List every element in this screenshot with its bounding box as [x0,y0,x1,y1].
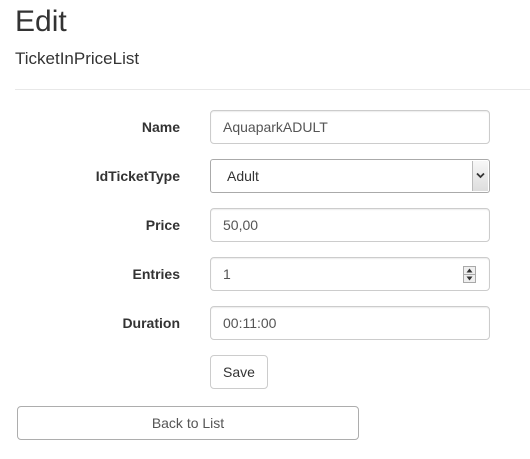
duration-label: Duration [122,315,180,331]
id-ticket-type-row: IdTicketType Adult [0,159,530,193]
price-input[interactable]: 50,00 [210,208,490,242]
duration-row: Duration 00:11:00 [0,306,530,340]
name-label: Name [141,119,180,135]
duration-input[interactable]: 00:11:00 [210,306,490,340]
entries-label: Entries [132,266,180,282]
entries-row: Entries 1 [0,257,530,291]
entries-input[interactable]: 1 [210,257,490,291]
name-input[interactable]: AquaparkADULT [210,110,490,144]
price-row: Price 50,00 [0,208,530,242]
id-ticket-type-value: Adult [227,168,259,184]
page-title: Edit [15,5,67,38]
back-to-list-button[interactable]: Back to List [17,406,359,440]
name-row: Name AquaparkADULT [0,110,530,144]
page-subtitle: TicketInPriceList [15,49,140,68]
spin-up-icon[interactable] [464,267,475,275]
id-ticket-type-select[interactable]: Adult [210,159,490,193]
price-label: Price [145,217,180,233]
save-button[interactable]: Save [210,355,268,389]
chevron-down-icon[interactable] [472,161,488,191]
divider [15,89,530,90]
spin-down-icon[interactable] [464,275,475,282]
id-ticket-type-label: IdTicketType [95,168,180,184]
entries-value: 1 [223,266,231,282]
entries-spinner[interactable] [463,266,476,283]
